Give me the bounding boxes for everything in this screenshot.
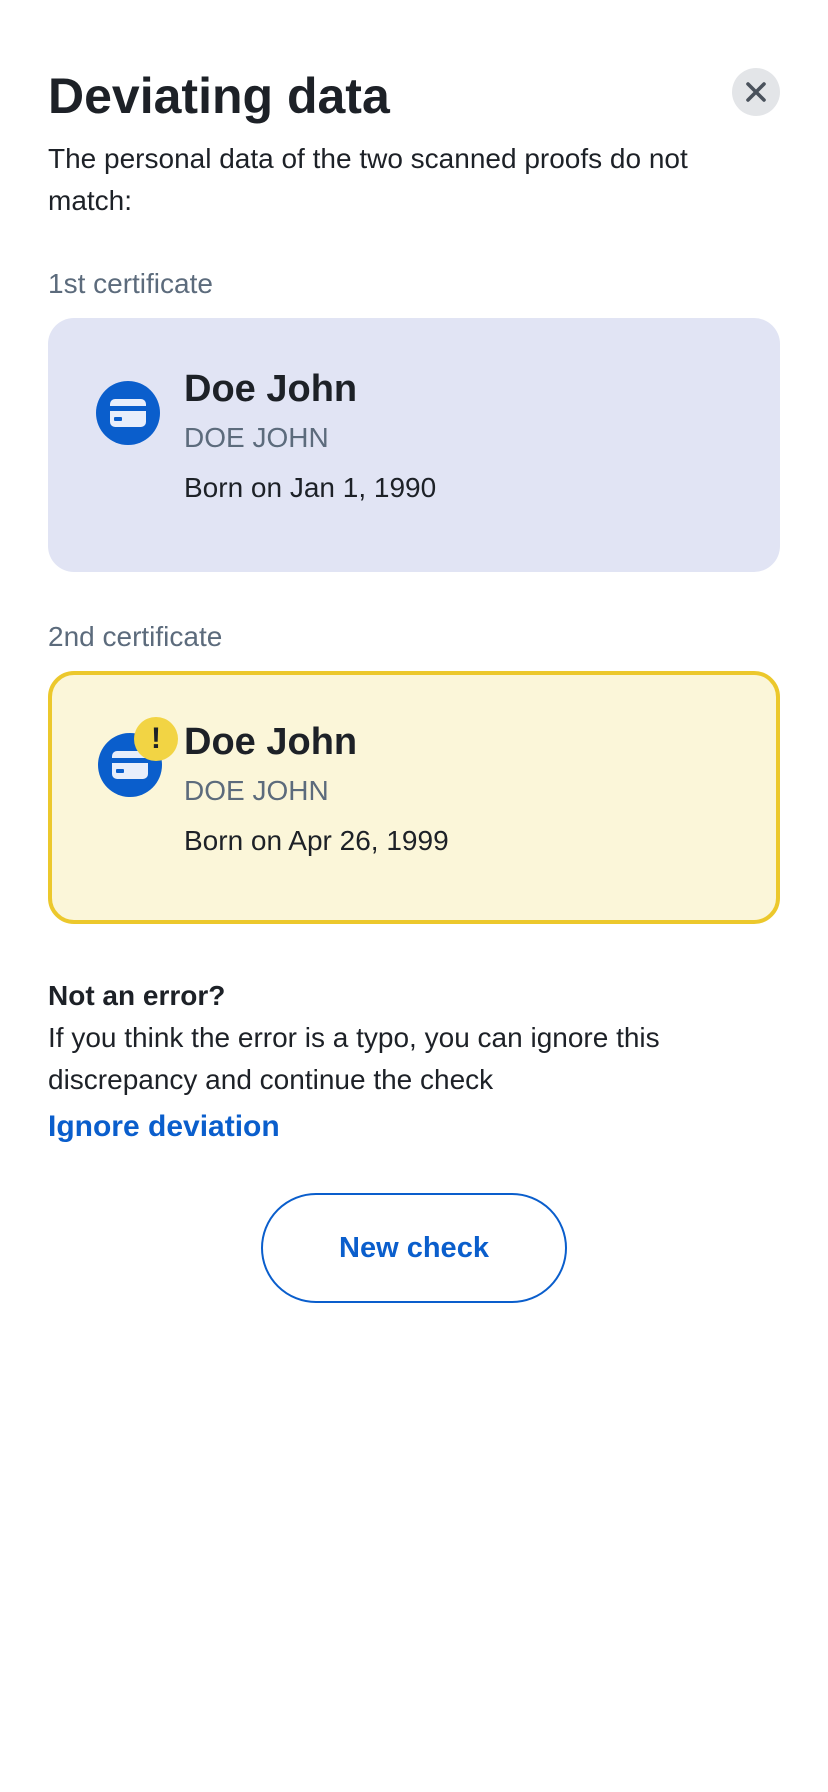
new-check-button[interactable]: New check [261, 1193, 567, 1303]
hint-title: Not an error? [48, 980, 226, 1011]
certificate-1-label: 1st certificate [48, 268, 213, 299]
certificate-2-card: ! Doe John DOE JOHN Born on Apr 26, 1999 [48, 671, 780, 924]
page-title: Deviating data [48, 68, 390, 124]
certificate-2-name: Doe John [184, 721, 358, 763]
certificate-2-label: 2nd certificate [48, 621, 223, 652]
intro-text: The personal data of the two scanned pro… [48, 143, 688, 216]
certificate-1-name: Doe John [184, 368, 358, 410]
warning-icon: ! [134, 717, 178, 761]
close-button[interactable] [732, 68, 780, 116]
certificate-1-card: Doe John DOE JOHN Born on Jan 1, 1990 [48, 318, 780, 572]
hint-text: If you think the error is a typo, you ca… [48, 1022, 660, 1095]
close-icon [746, 82, 766, 102]
certificate-2-name-caps: DOE JOHN [184, 775, 329, 806]
id-card-icon [96, 381, 160, 445]
certificate-1-birthdate: Born on Jan 1, 1990 [184, 472, 437, 503]
certificate-1-name-caps: DOE JOHN [184, 422, 329, 453]
ignore-deviation-link[interactable]: Ignore deviation [48, 1108, 280, 1146]
certificate-2-birthdate: Born on Apr 26, 1999 [184, 825, 449, 856]
